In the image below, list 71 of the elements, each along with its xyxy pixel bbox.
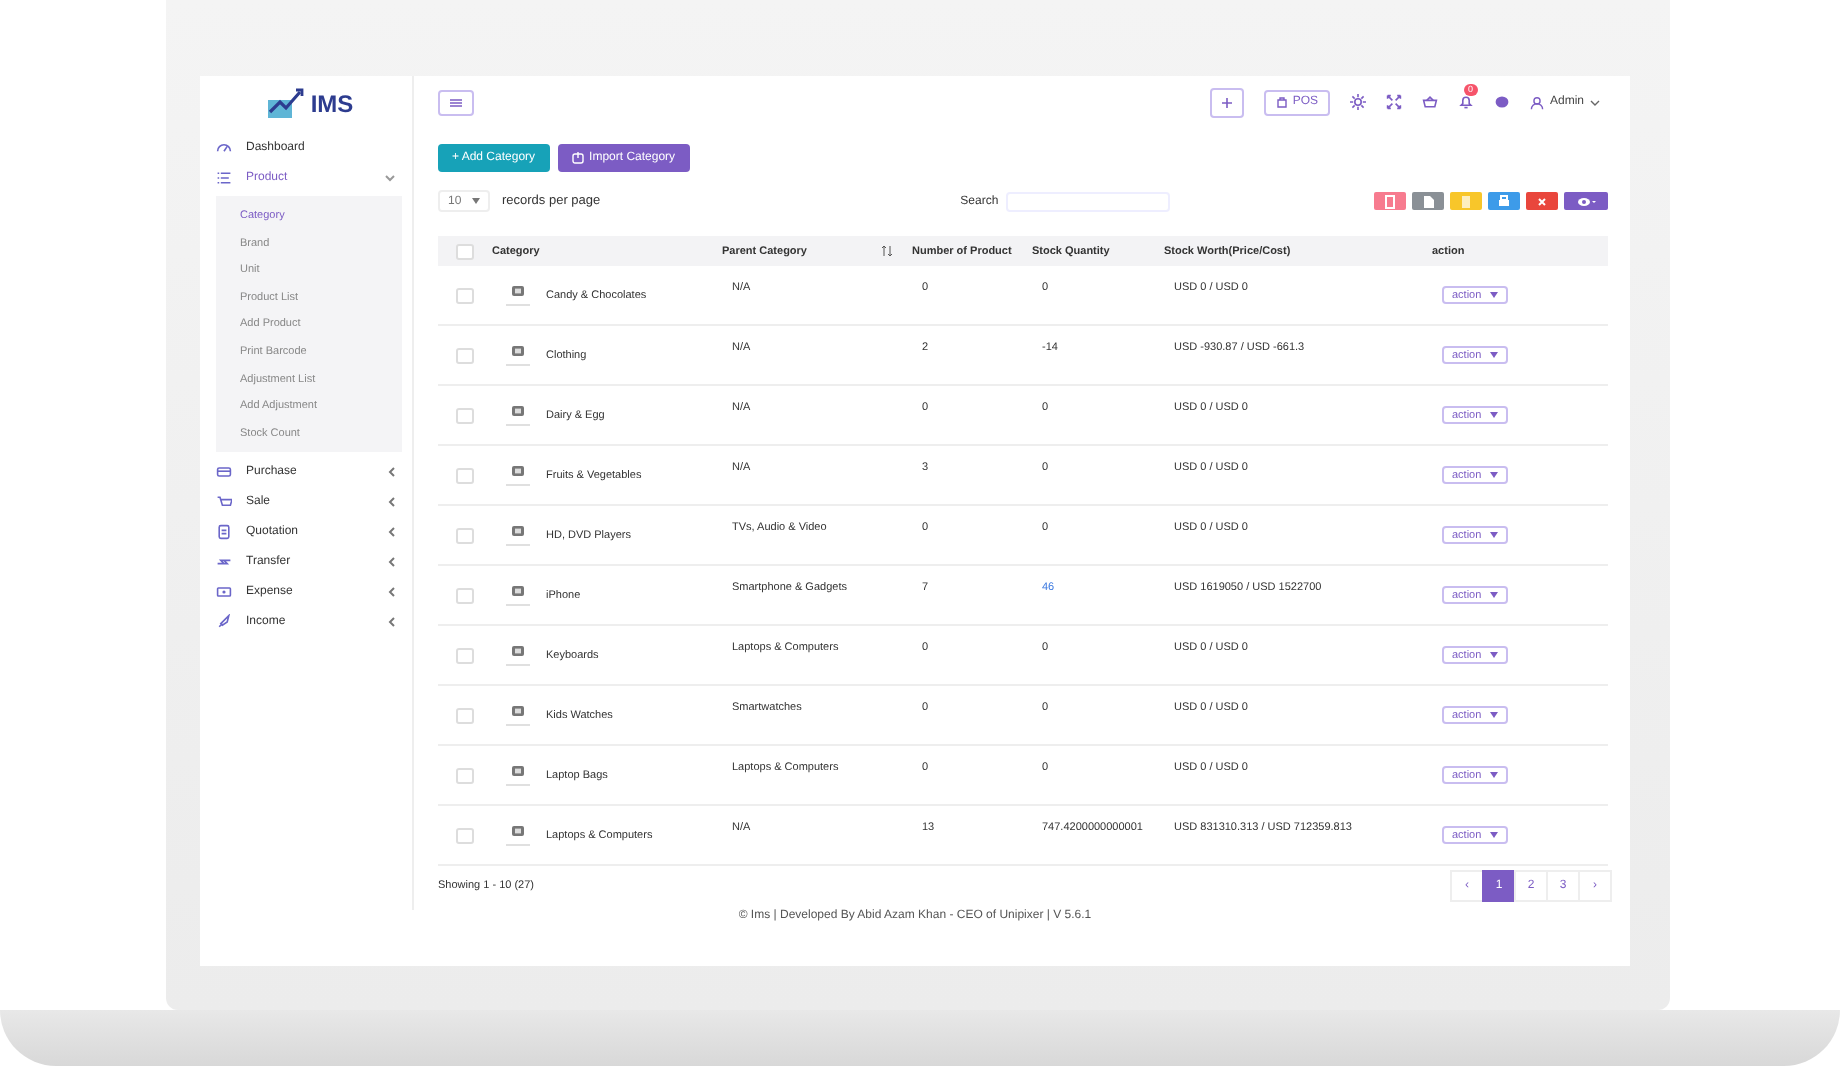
- bag-icon: [1276, 96, 1289, 108]
- image-placeholder-icon: [502, 282, 534, 308]
- caret-icon: [1489, 712, 1498, 718]
- checkbox[interactable]: [456, 767, 474, 783]
- image-placeholder-icon: [502, 642, 534, 668]
- menu-icon: [216, 523, 232, 540]
- caret-icon: [1489, 412, 1498, 418]
- image-placeholder-icon: [502, 402, 534, 428]
- logo-text: IMS: [310, 90, 354, 118]
- menu-toggle-button[interactable]: [438, 89, 474, 115]
- add-button[interactable]: [1210, 87, 1245, 117]
- csv-export-button[interactable]: [1412, 192, 1444, 210]
- delete-button[interactable]: [1526, 192, 1558, 210]
- checkbox[interactable]: [456, 287, 474, 303]
- caret-icon: [1489, 772, 1498, 778]
- checkbox[interactable]: [456, 347, 474, 363]
- checkbox[interactable]: [456, 647, 474, 663]
- basket-icon[interactable]: [1421, 94, 1438, 110]
- menu-icon: [216, 169, 232, 185]
- checkbox[interactable]: [456, 243, 474, 259]
- menu-icon: [216, 493, 232, 510]
- pdf-export-button[interactable]: [1374, 192, 1406, 210]
- checkbox[interactable]: [456, 527, 474, 543]
- image-placeholder-icon: [502, 522, 534, 548]
- caret-icon: [1489, 652, 1498, 658]
- menu-icon: [216, 139, 232, 155]
- checkbox[interactable]: [456, 707, 474, 723]
- checkbox[interactable]: [456, 467, 474, 483]
- print-button[interactable]: [1488, 192, 1520, 210]
- file-icon: [1418, 191, 1438, 211]
- caret-icon: [1489, 532, 1498, 538]
- caret-icon: [1489, 592, 1498, 598]
- menu-icon: [216, 583, 232, 600]
- caret-icon: [388, 465, 396, 478]
- checkbox[interactable]: [456, 827, 474, 843]
- caret-icon: [1489, 472, 1498, 478]
- logo-icon: [264, 88, 305, 120]
- brightness-icon[interactable]: [1349, 94, 1366, 110]
- caret-icon: [388, 525, 396, 538]
- caret-icon: [388, 585, 396, 598]
- sort-icon[interactable]: [882, 246, 892, 256]
- menu-icon: [216, 463, 232, 480]
- caret-icon: [388, 555, 396, 568]
- menu-icon: [216, 613, 232, 630]
- image-placeholder-icon: [502, 582, 534, 608]
- image-placeholder-icon: [502, 342, 534, 368]
- caret-icon: [1590, 99, 1600, 105]
- fullscreen-icon[interactable]: [1385, 94, 1402, 110]
- document-icon: [1380, 191, 1400, 211]
- checkbox[interactable]: [456, 407, 474, 423]
- caret-icon: [472, 198, 480, 204]
- user-icon: [1529, 95, 1544, 109]
- image-placeholder-icon: [502, 462, 534, 488]
- caret-icon: [388, 495, 396, 508]
- checkbox[interactable]: [456, 587, 474, 603]
- caret-icon: [388, 615, 396, 628]
- excel-export-button[interactable]: [1450, 192, 1482, 210]
- caret-icon: [384, 173, 396, 181]
- caret-icon: [1489, 352, 1498, 358]
- caret-icon: [1489, 292, 1498, 298]
- caret-icon: [1489, 832, 1498, 838]
- image-placeholder-icon: [502, 762, 534, 788]
- image-placeholder-icon: [502, 702, 534, 728]
- sheet-icon: [1456, 191, 1476, 211]
- plus-icon: [1222, 97, 1233, 107]
- printer-icon: [1494, 191, 1514, 211]
- column-visibility-button[interactable]: [1564, 192, 1608, 210]
- bell-icon[interactable]: [1457, 94, 1474, 110]
- menu-icon: [450, 97, 462, 107]
- image-placeholder-icon: [502, 822, 534, 848]
- box-icon: [571, 152, 584, 164]
